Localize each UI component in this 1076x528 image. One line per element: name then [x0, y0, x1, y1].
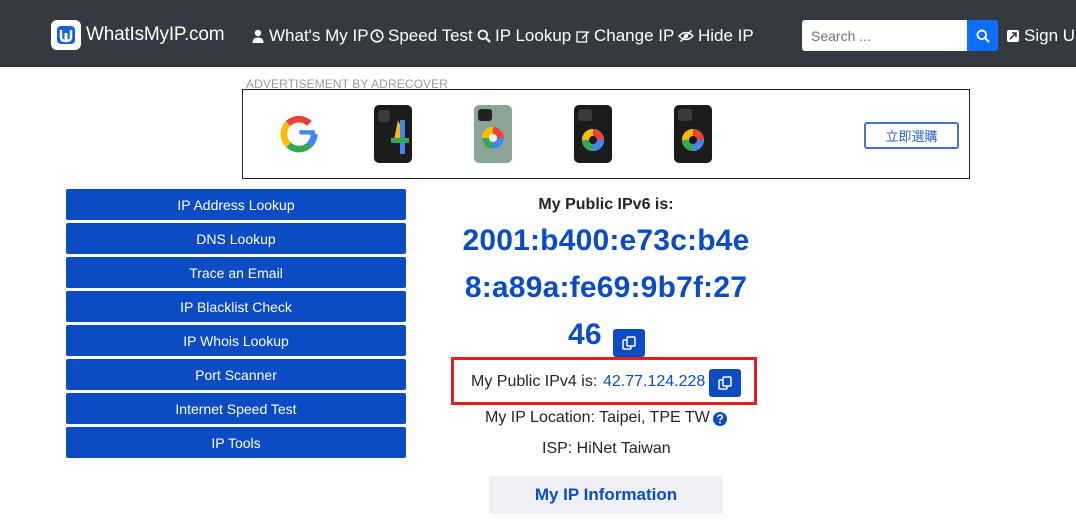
copy-ipv6-button[interactable]	[613, 329, 645, 357]
question-circle-icon[interactable]	[713, 412, 727, 426]
sidebar-item-ip-whois-lookup[interactable]: IP Whois Lookup	[66, 325, 406, 356]
search-button[interactable]	[967, 20, 998, 51]
signup-label: Sign Up	[1024, 26, 1076, 45]
signup-link[interactable]: Sign Up	[1006, 26, 1076, 46]
nav-label: Change IP	[594, 26, 675, 45]
tools-sidebar: IP Address Lookup DNS Lookup Trace an Em…	[66, 189, 406, 461]
nav-label: Hide IP	[698, 26, 754, 45]
phone-image-icon	[574, 105, 612, 163]
sidebar-item-dns-lookup[interactable]: DNS Lookup	[66, 223, 406, 254]
copy-icon	[718, 376, 732, 390]
sidebar-item-ip-address-lookup[interactable]: IP Address Lookup	[66, 189, 406, 220]
sidebar-item-ip-blacklist-check[interactable]: IP Blacklist Check	[66, 291, 406, 322]
user-icon	[252, 29, 264, 43]
clock-icon	[370, 29, 384, 43]
ipv6-address-line: 2001:b400:e73c:b4e	[462, 224, 750, 257]
ipv4-address[interactable]: 42.77.124.228	[603, 373, 705, 391]
nav-hide-ip[interactable]: Hide IP	[678, 26, 754, 46]
ipv4-label: My Public IPv4 is:	[471, 373, 598, 390]
nav-change-ip[interactable]: Change IP	[576, 26, 674, 46]
copy-icon	[622, 336, 636, 350]
external-link-icon	[1007, 30, 1019, 42]
ipv6-address-line: 8:a89a:fe69:9b7f:27	[464, 271, 748, 304]
sidebar-item-internet-speed-test[interactable]: Internet Speed Test	[66, 393, 406, 424]
eye-slash-icon	[678, 29, 694, 43]
ipv6-address-line: 46	[568, 318, 602, 351]
edit-icon	[576, 31, 590, 43]
nav-label: IP Lookup	[495, 26, 572, 45]
phone-image-icon	[674, 105, 712, 163]
nav-whats-my-ip[interactable]: What's My IP	[251, 26, 369, 46]
brand-logo-link[interactable]: WhatIsMyIP.com	[51, 20, 225, 50]
ip-location: My IP Location: Taipei, TPE TW	[485, 409, 710, 426]
isp-info: ISP: HiNet Taiwan	[542, 440, 671, 457]
search-icon	[477, 29, 491, 43]
copy-ipv4-button[interactable]	[709, 369, 741, 397]
nav-label: What's My IP	[269, 26, 369, 45]
sidebar-item-trace-email[interactable]: Trace an Email	[66, 257, 406, 288]
whatismyip-logo-icon	[51, 20, 81, 50]
ipv6-title: My Public IPv6 is:	[538, 196, 674, 213]
phone-image-icon	[374, 105, 412, 163]
ad-banner[interactable]: 立即選購	[242, 89, 970, 179]
brand-name: WhatIsMyIP.com	[86, 24, 225, 45]
sidebar-item-ip-tools[interactable]: IP Tools	[66, 427, 406, 458]
search-icon	[976, 29, 990, 43]
ad-buy-now-button[interactable]: 立即選購	[864, 122, 959, 149]
search-input[interactable]	[802, 20, 968, 51]
google-logo-icon	[280, 115, 318, 153]
nav-ip-lookup[interactable]: IP Lookup	[477, 26, 571, 46]
nav-label: Speed Test	[388, 26, 473, 45]
phone-image-icon	[474, 105, 512, 163]
sidebar-item-port-scanner[interactable]: Port Scanner	[66, 359, 406, 390]
my-ip-information-button[interactable]: My IP Information	[489, 476, 723, 514]
top-navbar: WhatIsMyIP.com What's My IP Speed Test I…	[0, 0, 1076, 67]
nav-speed-test[interactable]: Speed Test	[370, 26, 473, 46]
